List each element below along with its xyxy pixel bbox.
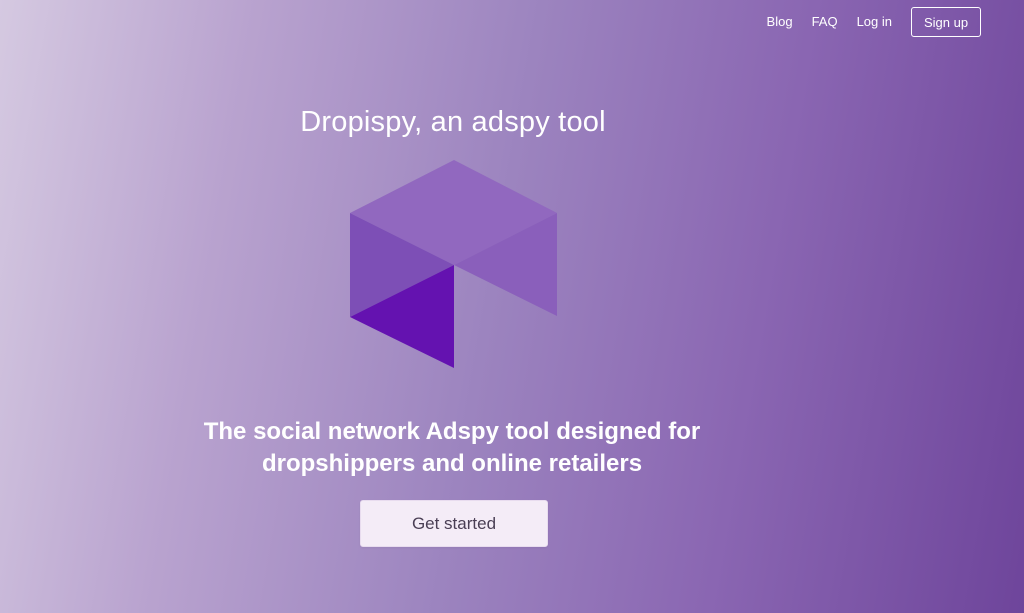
nav-link-login[interactable]: Log in: [857, 7, 892, 37]
landing-page: Blog FAQ Log in Sign up Dropispy, an ads…: [0, 0, 1024, 613]
tagline-line-2: dropshippers and online retailers: [261, 450, 643, 477]
top-nav: Blog FAQ Log in Sign up: [767, 7, 981, 37]
nav-link-faq[interactable]: FAQ: [812, 7, 838, 37]
dropispy-logo-icon: [350, 160, 557, 368]
hero-tagline: The social network Adspy tool designed f…: [152, 416, 752, 480]
tagline-line-1: The social network Adspy tool designed f…: [203, 418, 701, 445]
signup-button[interactable]: Sign up: [911, 7, 981, 37]
hero-title: Dropispy, an adspy tool: [300, 106, 606, 138]
get-started-button[interactable]: Get started: [360, 500, 548, 547]
nav-link-blog[interactable]: Blog: [767, 7, 793, 37]
